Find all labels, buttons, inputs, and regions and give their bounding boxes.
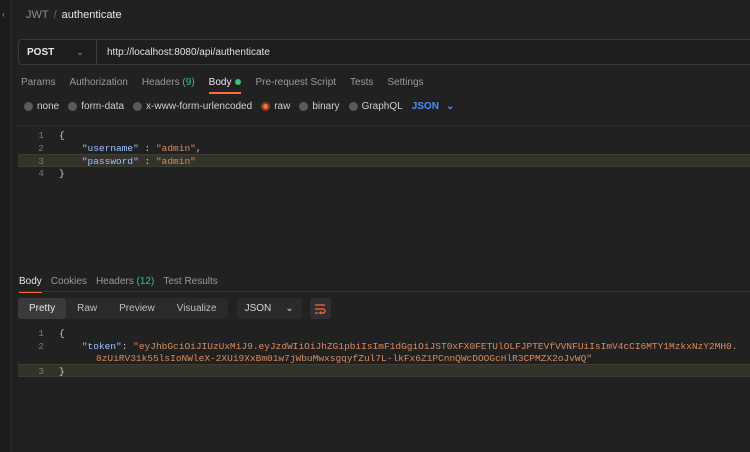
- tab-label: Test Results: [163, 276, 218, 287]
- wrap-lines-icon: [315, 303, 326, 314]
- json-key: "username": [81, 143, 139, 154]
- code-text: }: [59, 167, 65, 180]
- chevron-left-icon[interactable]: ‹: [2, 9, 5, 19]
- response-view-bar: Pretty Raw Preview Visualize JSON ⌄: [18, 298, 331, 319]
- tab-params[interactable]: Params: [21, 77, 55, 94]
- json-string: "eyJhbGciOiJIUzUxMiJ9.eyJzdWIiOiJhZG1pbi…: [133, 341, 738, 352]
- chevron-down-icon: ⌄: [76, 46, 84, 57]
- tab-label: Body: [208, 77, 232, 88]
- body-indicator-dot: [235, 79, 242, 86]
- radio-label: form-data: [81, 101, 125, 112]
- tab-label: Headers: [141, 77, 180, 88]
- radio-graphql[interactable]: GraphQL: [348, 101, 403, 112]
- response-divider: [18, 291, 750, 292]
- tab-label: Pre-request Script: [255, 77, 337, 88]
- request-bar: POST ⌄ http://localhost:8080/api/authent…: [18, 39, 750, 65]
- tab-tests[interactable]: Tests: [350, 77, 373, 94]
- radio-none[interactable]: none: [24, 101, 59, 112]
- request-body-editor[interactable]: 1 { 2 "username" : "admin", 3 "password"…: [18, 125, 750, 265]
- radio-circle-icon: [261, 102, 271, 111]
- tab-settings[interactable]: Settings: [387, 77, 423, 94]
- json-string: 8zUiRV31k55lsIoNWleX-2XUi9XxBm01w7jWbuMw…: [96, 353, 592, 364]
- tab-label: Headers: [95, 276, 134, 287]
- close-brace: }: [59, 168, 65, 179]
- response-body-viewer[interactable]: 1 { 2 "token": "eyJhbGciOiJIUzUxMiJ9.eyJ…: [18, 326, 750, 452]
- code-text: {: [59, 129, 65, 142]
- line-number: 1: [38, 130, 44, 141]
- method-label: POST: [27, 46, 55, 58]
- radio-form-data[interactable]: form-data: [68, 101, 124, 112]
- code-text: }: [59, 365, 65, 378]
- radio-raw[interactable]: raw: [261, 101, 290, 112]
- tab-authorization[interactable]: Authorization: [69, 77, 127, 94]
- line-number: 4: [38, 168, 44, 179]
- line-number: 3: [38, 366, 44, 377]
- code-line-highlighted: 3 }: [18, 364, 750, 377]
- tab-label: Body: [19, 276, 42, 287]
- code-line: 1 {: [18, 327, 750, 340]
- tab-label: Authorization: [69, 77, 128, 88]
- breadcrumb-collection[interactable]: JWT: [26, 9, 49, 21]
- radio-circle-icon: [68, 102, 78, 111]
- view-mode-preview[interactable]: Preview: [108, 298, 166, 319]
- method-select[interactable]: POST ⌄: [19, 40, 97, 64]
- view-mode-pretty[interactable]: Pretty: [18, 298, 67, 319]
- json-key: "password": [81, 156, 139, 167]
- wrap-lines-button[interactable]: [309, 298, 331, 319]
- close-brace: }: [59, 366, 65, 377]
- json-key: "token": [81, 341, 122, 352]
- tab-label: Tests: [350, 77, 374, 88]
- view-mode-raw[interactable]: Raw: [66, 298, 108, 319]
- code-line-highlighted: 3 "password" : "admin": [18, 154, 750, 167]
- radio-label: raw: [274, 101, 291, 112]
- view-mode-visualize[interactable]: Visualize: [166, 298, 228, 319]
- json-string: "admin": [155, 156, 196, 167]
- radio-label: none: [37, 101, 60, 112]
- sidebar-edge: ‹: [0, 0, 11, 452]
- tab-label: Params: [21, 77, 56, 88]
- chevron-down-icon: ⌄: [445, 101, 455, 112]
- format-label: JSON: [411, 101, 439, 112]
- body-type-options: none form-data x-www-form-urlencoded raw…: [24, 101, 454, 112]
- tab-label: Settings: [387, 77, 424, 88]
- radio-circle-icon: [24, 102, 33, 111]
- chevron-down-icon: ⌄: [285, 303, 294, 314]
- line-number: 1: [38, 328, 44, 339]
- open-brace: {: [59, 328, 65, 339]
- headers-count: (12): [136, 276, 155, 287]
- radio-label: x-www-form-urlencoded: [146, 101, 253, 112]
- body-format-select[interactable]: JSON ⌄: [412, 101, 455, 112]
- view-mode-segment: Pretty Raw Preview Visualize: [18, 298, 228, 319]
- open-brace: {: [59, 130, 65, 141]
- response-format-select[interactable]: JSON ⌄: [236, 298, 302, 319]
- url-input[interactable]: http://localhost:8080/api/authenticate: [97, 47, 270, 58]
- breadcrumb-request[interactable]: authenticate: [62, 9, 122, 21]
- request-tabs: Params Authorization Headers (9) Body Pr…: [21, 77, 438, 94]
- tab-pre-request-script[interactable]: Pre-request Script: [255, 77, 336, 94]
- json-string: "admin": [155, 143, 196, 154]
- radio-circle-icon: [348, 102, 358, 111]
- radio-circle-icon: [299, 102, 309, 111]
- code-line: 1 {: [18, 129, 750, 142]
- code-line: 4 }: [18, 167, 750, 180]
- radio-circle-icon: [133, 102, 143, 111]
- code-text: {: [59, 327, 65, 340]
- breadcrumb-separator: /: [53, 9, 57, 21]
- tab-headers[interactable]: Headers (9): [142, 77, 195, 94]
- radio-binary[interactable]: binary: [299, 101, 340, 112]
- breadcrumb: JWT / authenticate: [26, 9, 122, 21]
- format-label: JSON: [244, 303, 272, 314]
- headers-count: (9): [182, 77, 195, 88]
- tab-body[interactable]: Body: [208, 77, 242, 94]
- radio-label: binary: [312, 101, 340, 112]
- radio-x-www-form-urlencoded[interactable]: x-www-form-urlencoded: [133, 101, 252, 112]
- tab-label: Cookies: [50, 276, 87, 287]
- radio-label: GraphQL: [361, 101, 403, 112]
